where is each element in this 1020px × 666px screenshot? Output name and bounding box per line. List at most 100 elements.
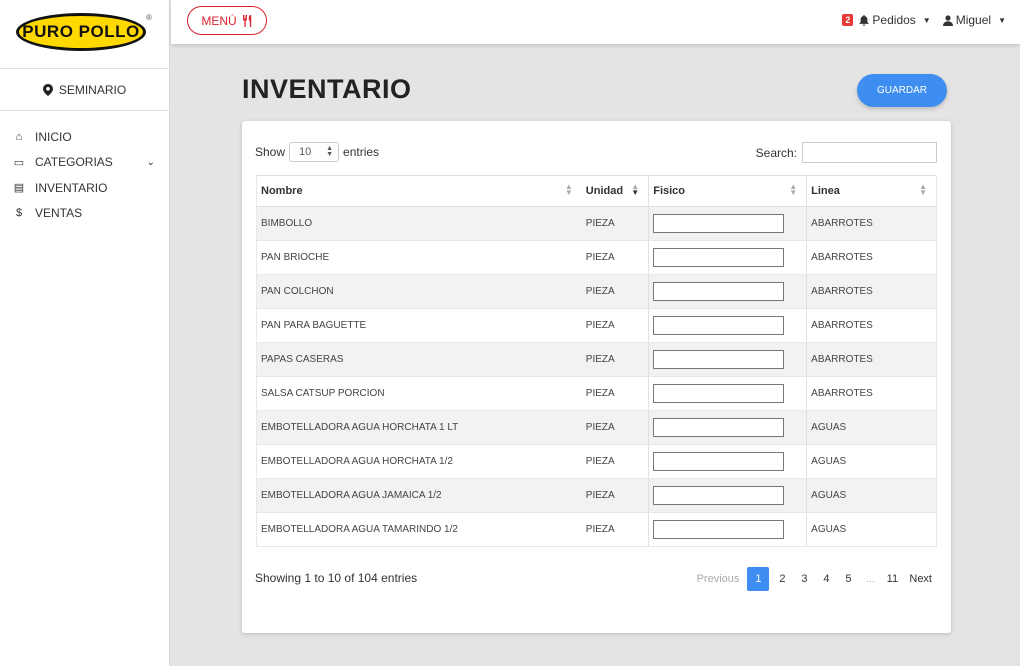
- cell-unidad: PIEZA: [581, 308, 649, 343]
- column-header-linea[interactable]: Linea ▲ ▼: [806, 175, 937, 207]
- cell-fisico: [648, 512, 808, 547]
- column-header-nombre[interactable]: Nombre ▲ ▼: [255, 175, 582, 207]
- branch-indicator: SEMINARIO: [0, 69, 169, 111]
- table-row: BIMBOLLO PIEZA ABARROTES: [255, 206, 937, 241]
- table-row: PAN COLCHON PIEZA ABARROTES: [255, 274, 937, 309]
- sidebar: PURO POLLO ® SEMINARIO ⌂ INICIO ▭ CATEGO…: [0, 0, 170, 666]
- sidebar-item-inventario[interactable]: ▤ INVENTARIO: [0, 175, 169, 201]
- cell-fisico: [648, 308, 808, 343]
- cell-fisico: [648, 478, 808, 513]
- cell-nombre: EMBOTELLADORA AGUA TAMARINDO 1/2: [255, 512, 582, 547]
- column-header-label: Fisico: [653, 185, 686, 197]
- pagination-page-1[interactable]: 1: [747, 567, 770, 591]
- cell-linea: ABARROTES: [806, 376, 937, 411]
- fisico-input[interactable]: [653, 520, 785, 539]
- orders-label: Pedidos: [872, 13, 916, 27]
- bell-icon: [859, 14, 869, 26]
- cell-fisico: [648, 342, 808, 377]
- cell-nombre: EMBOTELLADORA AGUA JAMAICA 1/2: [255, 478, 582, 513]
- topbar: MENÚ 2 Pedidos ▼ Miguel ▼: [171, 0, 1020, 44]
- cell-unidad: PIEZA: [581, 478, 649, 513]
- location-pin-icon: [42, 83, 53, 96]
- caret-down-icon: ▼: [922, 15, 931, 25]
- cell-linea: AGUAS: [806, 512, 937, 547]
- cell-unidad: PIEZA: [581, 410, 649, 445]
- column-header-fisico[interactable]: Fisico ▲ ▼: [648, 175, 808, 207]
- pagination-page-2[interactable]: 2: [771, 567, 793, 591]
- sort-icon: ▲ ▼: [789, 182, 798, 197]
- cell-fisico: [648, 240, 808, 275]
- home-icon: ⌂: [15, 130, 23, 143]
- utensils-icon: [242, 14, 251, 27]
- fisico-input[interactable]: [653, 486, 785, 505]
- pagination-page-4[interactable]: 4: [815, 567, 837, 591]
- sidebar-item-categorias[interactable]: ▭ CATEGORIAS ⌄: [0, 150, 169, 176]
- dollar-icon: $: [15, 207, 23, 220]
- logo-area: PURO POLLO ®: [0, 0, 169, 69]
- sidebar-item-label: INVENTARIO: [35, 180, 108, 195]
- top-right-controls: 2 Pedidos ▼ Miguel ▼: [842, 0, 1006, 40]
- cell-unidad: PIEZA: [581, 342, 649, 377]
- cell-unidad: PIEZA: [581, 206, 649, 241]
- sidebar-item-label: VENTAS: [35, 206, 83, 221]
- fisico-input[interactable]: [653, 384, 785, 403]
- table-row: EMBOTELLADORA AGUA HORCHATA 1/2 PIEZA AGUA…: [255, 444, 937, 479]
- table-row: PAN PARA BAGUETTE PIEZA ABARROTES: [255, 308, 937, 343]
- inventory-card: Show 10 ▲ ▼ entries Search: Nombre ▲ ▼ Unid…: [242, 121, 951, 633]
- entries-length-select[interactable]: 10 ▲ ▼: [289, 142, 340, 162]
- cell-linea: AGUAS: [806, 410, 937, 445]
- cell-nombre: PAN BRIOCHE: [255, 240, 582, 275]
- cell-nombre: PAN COLCHON: [255, 274, 582, 309]
- table-info: Showing 1 to 10 of 104 entries: [255, 571, 418, 585]
- fisico-input[interactable]: [653, 418, 785, 437]
- cell-linea: ABARROTES: [806, 274, 937, 309]
- cell-fisico: [648, 410, 808, 445]
- pagination-page-5[interactable]: 5: [837, 567, 859, 591]
- pagination-page-11[interactable]: 11: [881, 567, 903, 591]
- cell-unidad: PIEZA: [581, 240, 649, 275]
- brand-logo[interactable]: PURO POLLO: [16, 13, 146, 51]
- save-button[interactable]: GUARDAR: [857, 74, 947, 107]
- length-prefix: Show: [255, 145, 286, 159]
- cell-nombre: PAPAS CASERAS: [255, 342, 582, 377]
- entries-length-value: 10: [299, 146, 312, 158]
- user-name: Miguel: [955, 13, 992, 27]
- fisico-input[interactable]: [653, 350, 785, 369]
- menu-button[interactable]: MENÚ: [187, 6, 267, 35]
- cell-unidad: PIEZA: [581, 274, 649, 309]
- sidebar-item-inicio[interactable]: ⌂ INICIO: [0, 124, 169, 150]
- user-dropdown[interactable]: Miguel ▼: [942, 13, 1006, 27]
- sidebar-item-label: CATEGORIAS: [35, 155, 113, 170]
- length-suffix: entries: [343, 145, 380, 159]
- pagination-previous[interactable]: Previous: [697, 567, 748, 591]
- orders-dropdown[interactable]: 2 Pedidos ▼: [842, 13, 931, 27]
- sort-desc-icon: ▲ ▼: [631, 182, 640, 197]
- menu-button-label: MENÚ: [201, 13, 237, 28]
- pagination-next[interactable]: Next: [903, 567, 935, 591]
- sort-icon: ▲ ▼: [564, 182, 573, 197]
- cell-linea: ABARROTES: [806, 308, 937, 343]
- column-header-unidad[interactable]: Unidad ▲ ▼: [581, 175, 649, 207]
- fisico-input[interactable]: [653, 248, 785, 267]
- sort-updown-icon: ▲ ▼: [326, 145, 334, 158]
- cell-linea: AGUAS: [806, 444, 937, 479]
- sidebar-item-label: INICIO: [35, 129, 72, 144]
- table-row: EMBOTELLADORA AGUA HORCHATA 1 LT PIEZA AGU…: [255, 410, 937, 445]
- fisico-input[interactable]: [653, 316, 785, 335]
- table-row: EMBOTELLADORA AGUA TAMARINDO 1/2 PIEZA AGU…: [255, 512, 937, 547]
- search-input[interactable]: [802, 142, 937, 163]
- pagination-ellipsis: …: [865, 574, 875, 584]
- registered-mark: ®: [146, 13, 152, 22]
- cell-fisico: [648, 444, 808, 479]
- sidebar-item-ventas[interactable]: $ VENTAS: [0, 201, 169, 227]
- cell-linea: AGUAS: [806, 478, 937, 513]
- cell-nombre: BIMBOLLO: [255, 206, 582, 241]
- fisico-input[interactable]: [653, 452, 785, 471]
- fisico-input[interactable]: [653, 282, 785, 301]
- pagination-page-3[interactable]: 3: [793, 567, 815, 591]
- branch-name: SEMINARIO: [58, 82, 127, 97]
- brand-logo-text: PURO POLLO: [22, 22, 140, 41]
- fisico-input[interactable]: [653, 214, 785, 233]
- cell-nombre: PAN PARA BAGUETTE: [255, 308, 582, 343]
- list-icon: ▤: [13, 182, 25, 195]
